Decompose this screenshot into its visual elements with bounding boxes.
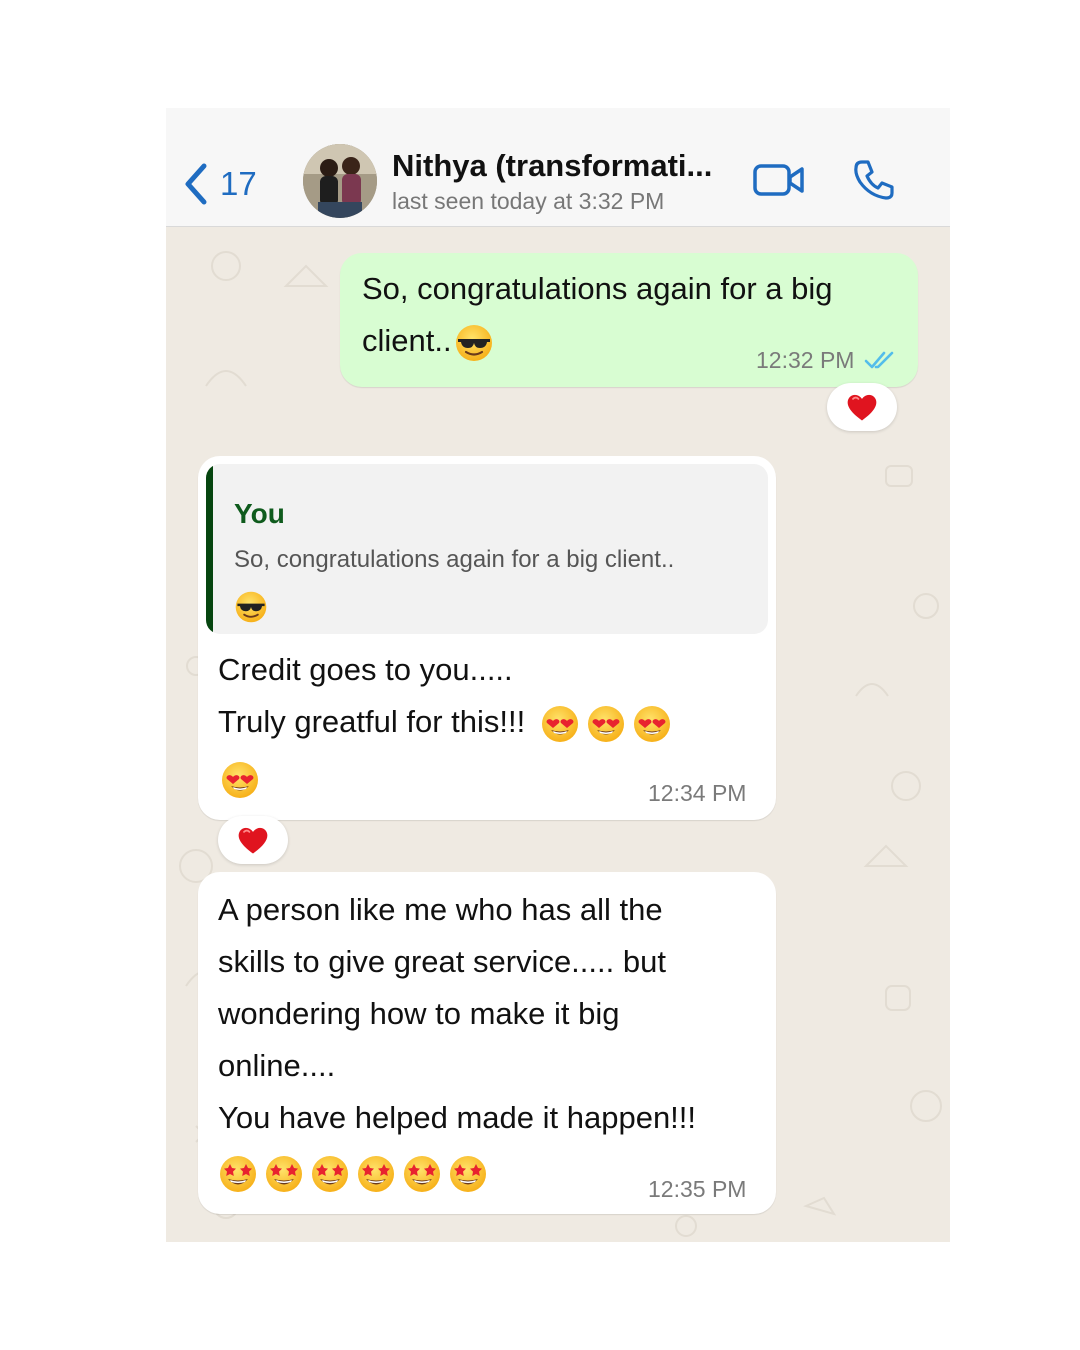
- reaction-badge[interactable]: [218, 816, 288, 864]
- message-incoming[interactable]: A person like me who has all the skills …: [198, 872, 776, 1214]
- quote-text: So, congratulations again for a big clie…: [234, 546, 675, 573]
- chat-screen: 17 Nithya (transformati... last seen tod…: [166, 108, 950, 1242]
- last-seen-status: last seen today at 3:32 PM: [392, 188, 665, 214]
- message-line-text: Truly greatful for this!!!: [218, 704, 526, 739]
- smiling-face-with-heart-eyes-icon: [632, 704, 672, 744]
- message-line: wondering how to make it big: [218, 996, 620, 1031]
- reaction-badge[interactable]: [827, 383, 897, 431]
- smiling-face-with-heart-eyes-icon: [586, 704, 626, 744]
- avatar[interactable]: [303, 144, 377, 218]
- star-struck-icon: [310, 1154, 350, 1194]
- red-heart-icon: [235, 822, 271, 858]
- avatar-photo: [303, 144, 377, 218]
- star-struck-icon: [264, 1154, 304, 1194]
- message-time: 12:34 PM: [648, 780, 747, 806]
- phone-call-icon[interactable]: [852, 158, 896, 202]
- star-struck-icon: [356, 1154, 396, 1194]
- quote-accent-bar: [206, 464, 213, 634]
- star-struck-icon: [448, 1154, 488, 1194]
- message-line: online....: [218, 1048, 336, 1083]
- star-struck-icon: [402, 1154, 442, 1194]
- star-struck-icon: [218, 1154, 258, 1194]
- quoted-message[interactable]: You So, congratulations again for a big …: [206, 464, 768, 634]
- message-outgoing[interactable]: So, congratulations again for a big clie…: [340, 253, 918, 387]
- smiling-face-with-heart-eyes-icon: [220, 760, 260, 800]
- chat-header: 17 Nithya (transformati... last seen tod…: [166, 108, 950, 227]
- video-call-icon[interactable]: [752, 160, 806, 200]
- back-button[interactable]: 17: [182, 162, 257, 206]
- message-line: You have helped made it happen!!!: [218, 1100, 697, 1135]
- message-line: skills to give great service..... but: [218, 944, 666, 979]
- message-incoming[interactable]: You So, congratulations again for a big …: [198, 456, 776, 820]
- chevron-left-icon: [185, 163, 207, 205]
- message-line-text: client..: [362, 323, 452, 358]
- emoji-row: [218, 1154, 494, 1194]
- red-heart-icon: [844, 389, 880, 425]
- message-time: 12:32 PM: [756, 347, 855, 373]
- message-time: 12:35 PM: [648, 1176, 747, 1202]
- quote-author: You: [234, 498, 285, 529]
- smiling-face-with-sunglasses-icon: [234, 590, 268, 624]
- smiling-face-with-heart-eyes-icon: [540, 704, 580, 744]
- message-line: So, congratulations again for a big: [362, 271, 833, 306]
- smiling-face-with-sunglasses-icon: [454, 323, 494, 363]
- message-line: Truly greatful for this!!!: [218, 696, 678, 748]
- message-line: client..: [362, 315, 500, 367]
- double-check-icon: [864, 351, 894, 369]
- contact-name[interactable]: Nithya (transformati...: [392, 148, 712, 184]
- unread-count: 17: [220, 165, 257, 202]
- message-line: Credit goes to you.....: [218, 652, 513, 687]
- message-line: A person like me who has all the: [218, 892, 663, 927]
